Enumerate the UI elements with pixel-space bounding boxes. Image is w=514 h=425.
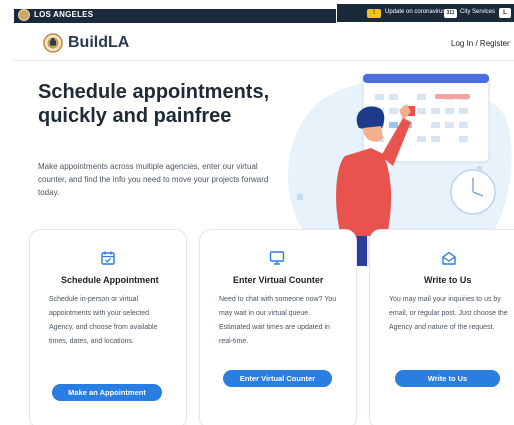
open-envelope-icon [442,251,456,265]
monitor-icon [269,251,285,265]
make-appointment-button[interactable]: Make an Appointment [52,384,162,401]
alert-icon[interactable]: ! [367,9,381,18]
buildla-logo[interactable]: BuildLA [68,34,129,52]
write-to-us-button[interactable]: Write to Us [395,370,500,387]
virtual-counter-description: Need to chat with someone now? You may w… [219,296,337,345]
coronavirus-update-link[interactable]: Update on coronavirus [385,9,445,15]
enter-virtual-counter-button[interactable]: Enter Virtual Counter [223,370,332,387]
city-services-link[interactable]: City Services [460,9,495,15]
hero-title: Schedule appointments, quickly and painf… [38,81,270,127]
calendar-check-icon [101,251,115,265]
city-services-icon[interactable]: 311 [444,9,457,18]
language-button[interactable]: L [499,8,511,18]
header-divider [14,60,514,61]
buildla-logo-icon[interactable] [43,33,63,53]
write-to-us-title: Write to Us [424,275,472,285]
city-name[interactable]: LOS ANGELES [34,10,93,19]
hero-description: Make appointments across multiple agenci… [38,162,269,197]
login-register-link[interactable]: Log In / Register [451,39,510,48]
city-seal-icon[interactable] [18,9,30,21]
write-to-us-description: You may mail your inquiries to us by ema… [389,296,508,331]
schedule-appointment-description: Schedule in-person or virtual appointmen… [49,296,158,345]
schedule-appointment-title: Schedule Appointment [61,275,159,285]
virtual-counter-title: Enter Virtual Counter [233,275,324,285]
